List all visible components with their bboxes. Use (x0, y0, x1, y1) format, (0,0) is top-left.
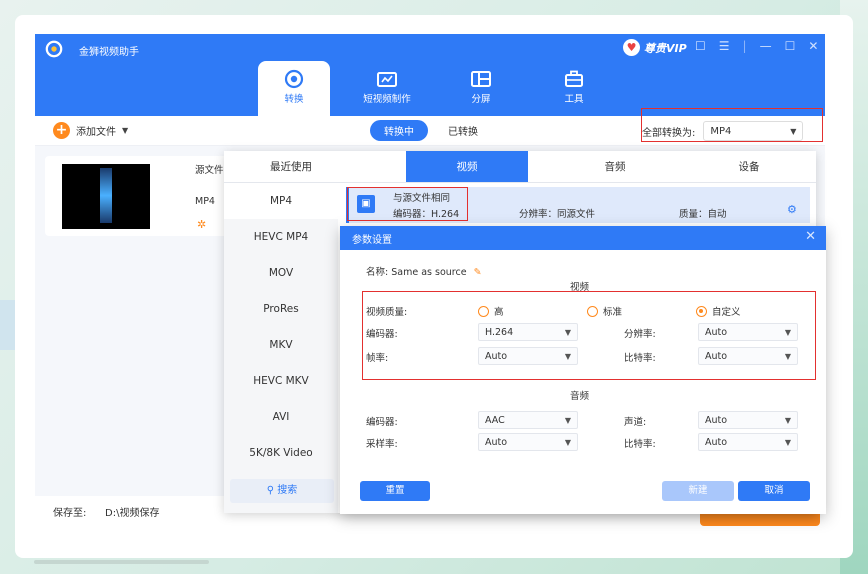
close-icon[interactable]: ✕ (805, 229, 816, 244)
name-label: 名称: (366, 267, 389, 278)
chevron-down-icon: ▼ (564, 437, 571, 447)
app-title: 金狮视频助手 (79, 47, 139, 58)
chevron-down-icon: ▼ (564, 415, 571, 425)
minimize-icon[interactable]: — (760, 39, 772, 53)
close-icon[interactable]: ✕ (808, 39, 818, 53)
tab-device[interactable]: 设备 (682, 151, 816, 182)
format-item-5k8k[interactable]: 5K/8K Video (224, 435, 338, 471)
new-button[interactable]: 新建 (662, 481, 734, 501)
tab-short-video-label: 短视频制作 (363, 94, 411, 105)
reset-button[interactable]: 重置 (360, 481, 430, 501)
message-icon[interactable]: ☐ (695, 39, 706, 53)
audio-encoder-label: 编码器: (366, 417, 398, 428)
app-logo-icon (45, 40, 63, 58)
short-video-icon (377, 72, 397, 87)
chevron-down-icon: ▼ (784, 437, 791, 447)
name-value[interactable]: Same as source (391, 267, 466, 278)
preset-resolution: 分辨率：同源文件 (519, 209, 596, 220)
samplerate-value: Auto (485, 436, 508, 448)
gear-icon[interactable]: ⚙ (787, 203, 797, 216)
dialog-title: 参数设置 (352, 235, 392, 246)
channel-value: Auto (705, 414, 728, 426)
tab-converted[interactable]: 已转换 (438, 120, 488, 141)
dialog-header: 参数设置 ✕ (340, 226, 826, 250)
format-item-mov[interactable]: MOV (224, 255, 338, 291)
save-to-label: 保存至: (53, 508, 87, 519)
tab-convert[interactable]: 转换 (258, 61, 330, 116)
audio-bitrate-select[interactable]: Auto ▼ (698, 433, 798, 451)
preset-name-row: 名称: Same as source ✎ (366, 264, 482, 278)
chevron-down-icon: ▼ (122, 126, 129, 135)
format-search-button[interactable]: ⚲ 搜索 (230, 479, 334, 503)
cancel-button[interactable]: 取消 (738, 481, 810, 501)
channel-label: 声道: (624, 417, 647, 428)
highlight-box (362, 291, 816, 380)
format-item-mp4[interactable]: MP4 (224, 183, 338, 219)
toolbox-icon (565, 70, 583, 87)
format-item-avi[interactable]: AVI (224, 399, 338, 435)
split-screen-icon (471, 71, 491, 87)
title-bar: 金狮视频助手 ♥ 尊贵VIP ☐ ☰ | — ☐ ✕ 转换 短视频制作 分屏 工… (35, 34, 825, 116)
thumbnail-content (100, 168, 112, 223)
highlight-box (347, 187, 468, 221)
tab-video[interactable]: 视频 (406, 151, 528, 182)
audio-encoder-value: AAC (485, 414, 505, 426)
convert-icon (284, 69, 304, 89)
samplerate-select[interactable]: Auto ▼ (478, 433, 578, 451)
video-thumbnail[interactable] (62, 164, 150, 229)
format-tabs: 最近使用 视频 音频 设备 (224, 151, 816, 183)
edit-icon[interactable]: ✎ (474, 267, 482, 278)
format-item-hevc-mp4[interactable]: HEVC MP4 (224, 219, 338, 255)
tab-audio[interactable]: 音频 (548, 151, 682, 182)
tab-tools[interactable]: 工具 (538, 61, 610, 116)
chevron-down-icon: ▼ (784, 415, 791, 425)
window-controls: ☐ ☰ | — ☐ ✕ (695, 39, 818, 53)
audio-section-title: 音频 (570, 391, 590, 402)
format-search-label: 搜索 (277, 485, 298, 496)
tab-split-screen[interactable]: 分屏 (445, 61, 517, 116)
tab-convert-label: 转换 (284, 94, 304, 105)
background-bar (34, 560, 209, 564)
format-item-mkv[interactable]: MKV (224, 327, 338, 363)
plus-icon: + (53, 122, 70, 139)
status-tabs: 转换中 已转换 (370, 120, 488, 141)
format-item-prores[interactable]: ProRes (224, 291, 338, 327)
audio-encoder-select[interactable]: AAC ▼ (478, 411, 578, 429)
tab-short-video[interactable]: 短视频制作 (351, 61, 423, 116)
search-icon: ⚲ (266, 485, 275, 496)
format-item-hevc-mkv[interactable]: HEVC MKV (224, 363, 338, 399)
audio-bitrate-value: Auto (705, 436, 728, 448)
format-list: MP4 HEVC MP4 MOV ProRes MKV HEVC MKV AVI… (224, 183, 338, 513)
samplerate-label: 采样率: (366, 439, 398, 450)
add-file-label: 添加文件 (76, 127, 116, 138)
preset-quality: 质量：自动 (679, 209, 727, 220)
highlight-box (641, 108, 823, 142)
tab-tools-label: 工具 (564, 94, 584, 105)
channel-select[interactable]: Auto ▼ (698, 411, 798, 429)
maximize-icon[interactable]: ☐ (785, 39, 796, 53)
audio-bitrate-label: 比特率: (624, 439, 656, 450)
vip-heart-icon: ♥ (623, 39, 640, 56)
menu-icon[interactable]: ☰ (719, 39, 730, 53)
tab-recent[interactable]: 最近使用 (224, 151, 358, 182)
effects-icon[interactable]: ✲ (197, 218, 206, 231)
add-file-button[interactable]: + 添加文件 ▼ (53, 122, 128, 139)
vip-badge[interactable]: ♥ 尊贵VIP (623, 39, 687, 56)
source-format: MP4 (195, 196, 215, 207)
source-file-label: 源文件 (195, 165, 224, 176)
save-path[interactable]: D:\视频保存 (105, 504, 159, 519)
vip-label: 尊贵VIP (644, 41, 687, 55)
tab-converting[interactable]: 转换中 (370, 120, 428, 141)
divider: | (742, 39, 747, 53)
tab-split-screen-label: 分屏 (471, 94, 491, 105)
